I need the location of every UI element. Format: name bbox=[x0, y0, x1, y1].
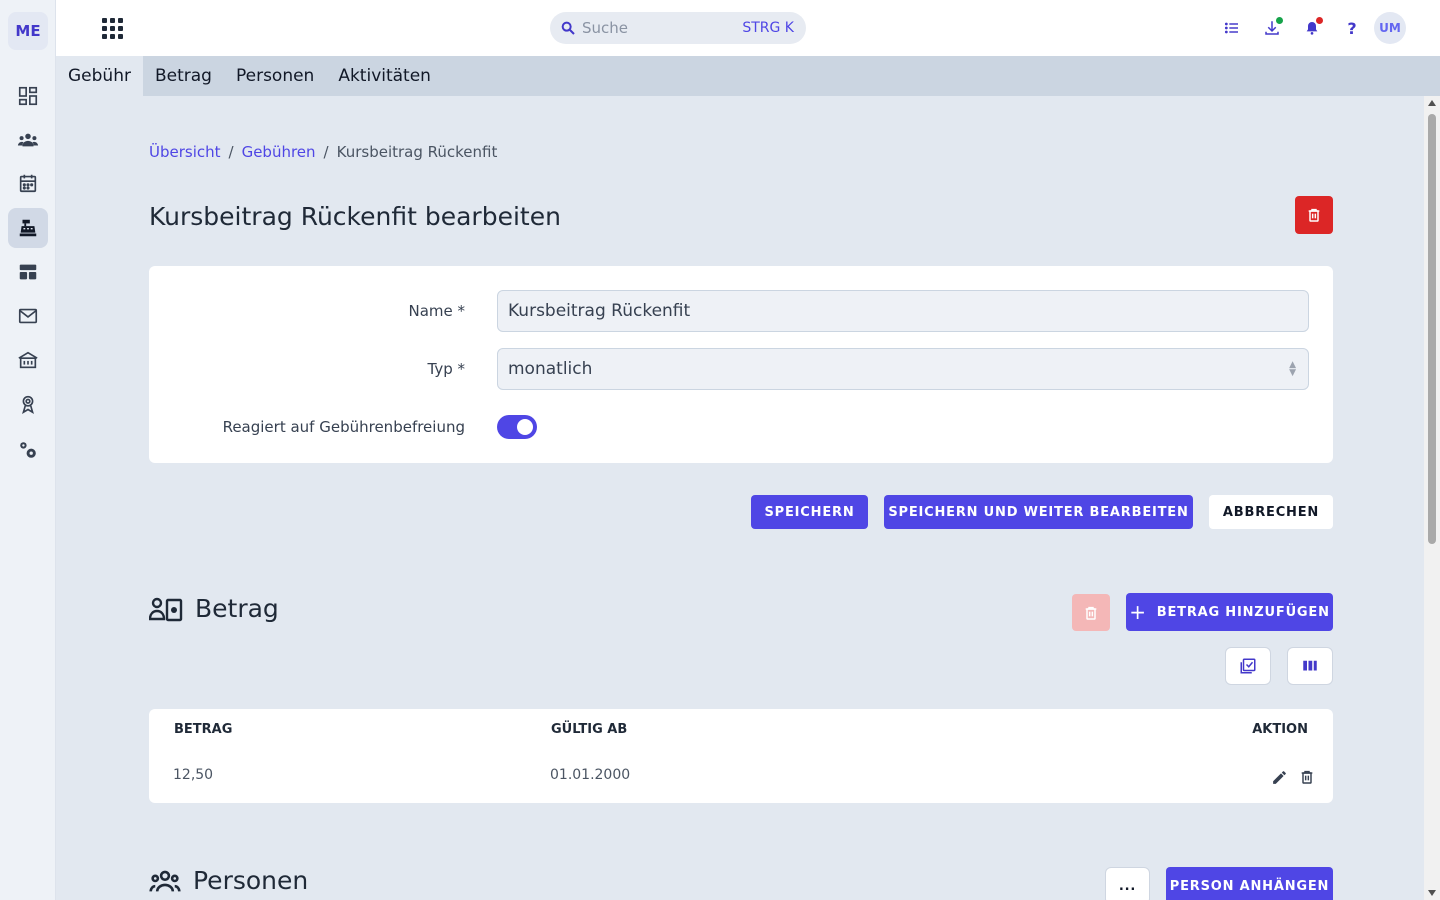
cancel-button[interactable]: ABBRECHEN bbox=[1209, 495, 1333, 529]
scroll-down-icon[interactable] bbox=[1428, 890, 1436, 896]
tab-gebuehr[interactable]: Gebühr bbox=[56, 56, 143, 96]
breadcrumb-fees-link[interactable]: Gebühren bbox=[242, 143, 316, 161]
columns-button[interactable] bbox=[1287, 647, 1333, 685]
type-label: Typ * bbox=[427, 360, 466, 378]
betrag-table: BETRAG GÜLTIG AB AKTION 12,50 01.01.2000 bbox=[149, 709, 1333, 803]
apps-grid-icon[interactable] bbox=[100, 16, 124, 40]
exemption-toggle[interactable] bbox=[497, 415, 537, 439]
topbar: Suche STRG K ? UM bbox=[56, 0, 1440, 56]
column-header-betrag[interactable]: BETRAG bbox=[174, 722, 232, 737]
download-status-dot bbox=[1276, 17, 1283, 24]
breadcrumb-separator: / bbox=[323, 143, 329, 161]
name-label: Name * bbox=[408, 302, 465, 320]
add-betrag-label: BETRAG HINZUFÜGEN bbox=[1156, 604, 1330, 620]
betrag-section-title: Betrag bbox=[149, 594, 279, 623]
cash-register-icon[interactable] bbox=[8, 208, 48, 248]
award-icon[interactable] bbox=[8, 384, 48, 424]
mail-icon[interactable] bbox=[8, 296, 48, 336]
breadcrumb-separator: / bbox=[228, 143, 234, 161]
breadcrumb-overview-link[interactable]: Übersicht bbox=[149, 143, 221, 161]
scroll-up-icon[interactable] bbox=[1428, 100, 1436, 106]
search-input[interactable]: Suche STRG K bbox=[550, 12, 806, 44]
edit-icon[interactable] bbox=[1270, 768, 1288, 786]
personen-section-title: Personen bbox=[149, 866, 308, 895]
row-trash-icon[interactable] bbox=[1298, 768, 1316, 786]
tab-personen[interactable]: Personen bbox=[224, 56, 326, 96]
tab-strip: Gebühr Betrag Personen Aktivitäten bbox=[56, 56, 1440, 96]
type-select[interactable]: monatlich ▲ ▼ bbox=[497, 348, 1309, 390]
save-continue-button[interactable]: SPEICHERN UND WEITER BEARBEITEN bbox=[884, 495, 1193, 529]
trash-icon bbox=[1085, 606, 1097, 620]
checklist-icon bbox=[1240, 658, 1256, 674]
cash-icon bbox=[149, 597, 183, 621]
notification-dot bbox=[1316, 17, 1323, 24]
page-title: Kursbeitrag Rückenfit bearbeiten bbox=[149, 202, 561, 231]
sidebar: ME bbox=[0, 0, 56, 900]
delete-button[interactable] bbox=[1295, 196, 1333, 234]
scroll-thumb[interactable] bbox=[1428, 114, 1436, 544]
cell-gueltig-ab: 01.01.2000 bbox=[550, 767, 631, 783]
bulk-delete-button[interactable] bbox=[1072, 594, 1110, 631]
breadcrumb: Übersicht / Gebühren / Kursbeitrag Rücke… bbox=[149, 143, 497, 161]
table-icon[interactable] bbox=[8, 252, 48, 292]
personen-heading: Personen bbox=[193, 866, 309, 895]
people-icon[interactable] bbox=[8, 120, 48, 160]
save-button[interactable]: SPEICHERN bbox=[751, 495, 868, 529]
column-header-aktion: AKTION bbox=[1252, 722, 1308, 737]
fee-form-card: Name * Kursbeitrag Rückenfit Typ * monat… bbox=[149, 266, 1333, 463]
columns-icon bbox=[1303, 660, 1317, 671]
help-icon[interactable]: ? bbox=[1340, 16, 1364, 40]
type-select-value: monatlich bbox=[508, 359, 593, 379]
calendar-icon[interactable] bbox=[8, 163, 48, 203]
app-logo[interactable]: ME bbox=[8, 12, 48, 50]
cell-betrag: 12,50 bbox=[173, 767, 214, 783]
building-icon[interactable] bbox=[8, 340, 48, 380]
settings-icon[interactable] bbox=[8, 430, 48, 470]
tab-aktivitaeten[interactable]: Aktivitäten bbox=[326, 56, 443, 96]
plus-icon: + bbox=[1129, 600, 1147, 624]
tab-betrag[interactable]: Betrag bbox=[143, 56, 224, 96]
search-placeholder: Suche bbox=[582, 19, 629, 37]
betrag-heading: Betrag bbox=[195, 594, 279, 623]
add-betrag-button[interactable]: + BETRAG HINZUFÜGEN bbox=[1126, 593, 1333, 631]
search-icon bbox=[561, 21, 575, 35]
select-arrows-icon: ▲ ▼ bbox=[1289, 360, 1296, 378]
bell-icon[interactable] bbox=[1300, 16, 1324, 40]
people-icon bbox=[149, 870, 181, 892]
dashboard-icon[interactable] bbox=[8, 76, 48, 116]
attach-person-button[interactable]: PERSON ANHÄNGEN bbox=[1166, 867, 1333, 900]
exemption-label: Reagiert auf Gebührenbefreiung bbox=[222, 418, 465, 436]
user-avatar[interactable]: UM bbox=[1374, 12, 1406, 44]
more-button[interactable]: ... bbox=[1105, 867, 1150, 900]
column-header-gueltig-ab[interactable]: GÜLTIG AB bbox=[551, 722, 627, 737]
name-input[interactable]: Kursbeitrag Rückenfit bbox=[497, 290, 1309, 332]
breadcrumb-current: Kursbeitrag Rückenfit bbox=[336, 143, 498, 161]
list-icon[interactable] bbox=[1220, 16, 1244, 40]
search-shortcut: STRG K bbox=[742, 20, 794, 36]
scrollbar[interactable] bbox=[1424, 96, 1440, 900]
toggle-knob bbox=[517, 419, 533, 435]
select-rows-button[interactable] bbox=[1225, 647, 1271, 685]
download-icon[interactable] bbox=[1260, 16, 1284, 40]
trash-icon bbox=[1308, 208, 1320, 222]
